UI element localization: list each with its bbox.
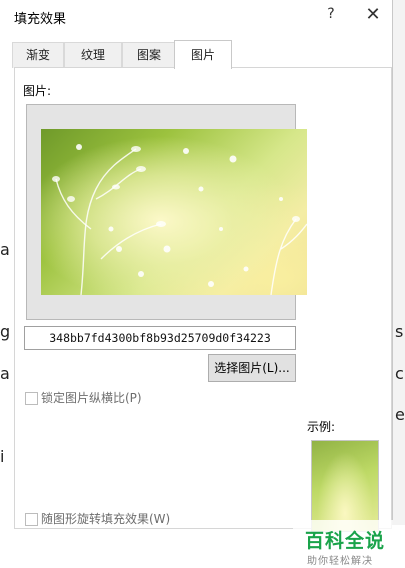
tab-gradient[interactable]: 渐变	[12, 42, 64, 68]
document-text-fragment: c	[395, 364, 404, 383]
watermark-title: 百科全说	[305, 530, 386, 552]
picture-label: 图片:	[23, 84, 52, 98]
picture-preview-frame	[26, 104, 307, 320]
select-picture-button[interactable]: 选择图片(L)...	[208, 354, 296, 382]
tab-pattern[interactable]: 图案	[122, 42, 176, 68]
document-text-fragment: g	[0, 322, 11, 341]
document-background-right	[391, 0, 405, 525]
document-text-fragment: a	[0, 364, 10, 383]
document-text-fragment: s	[395, 322, 404, 341]
fill-effects-dialog: 填充效果 ? ✕ 渐变 纹理 图案 图片 图片: 348bb7fd4300bf8…	[0, 0, 393, 568]
close-button[interactable]: ✕	[362, 4, 384, 26]
tab-texture[interactable]: 纹理	[64, 42, 122, 68]
tab-picture[interactable]: 图片	[174, 40, 232, 69]
help-button[interactable]: ?	[322, 6, 340, 26]
watermark-logo: 百科全说 助你轻松解决	[293, 520, 393, 568]
sample-label: 示例:	[307, 420, 336, 434]
rotate-with-shape-checkbox[interactable]	[25, 513, 38, 526]
selected-picture-preview	[41, 129, 307, 295]
lock-aspect-ratio-option[interactable]: 锁定图片纵横比(P)	[25, 390, 245, 406]
title-bar: 填充效果 ? ✕	[0, 0, 392, 32]
watermark-subtitle: 助你轻松解决	[307, 556, 373, 567]
picture-tab-panel: 图片: 348bb7fd4300bf8b93d25709d0f34223 选择图…	[14, 67, 393, 568]
picture-name-field: 348bb7fd4300bf8b93d25709d0f34223	[24, 326, 296, 350]
sample-preview	[311, 440, 379, 532]
lock-aspect-ratio-checkbox[interactable]	[25, 392, 38, 405]
document-text-fragment: i	[0, 447, 5, 466]
lock-aspect-ratio-label: 锁定图片纵横比(P)	[41, 391, 142, 405]
document-text-fragment: a	[0, 240, 10, 259]
dialog-title: 填充效果	[14, 12, 67, 27]
document-text-fragment: e	[395, 405, 405, 424]
tab-strip: 渐变 纹理 图案 图片	[8, 40, 388, 69]
